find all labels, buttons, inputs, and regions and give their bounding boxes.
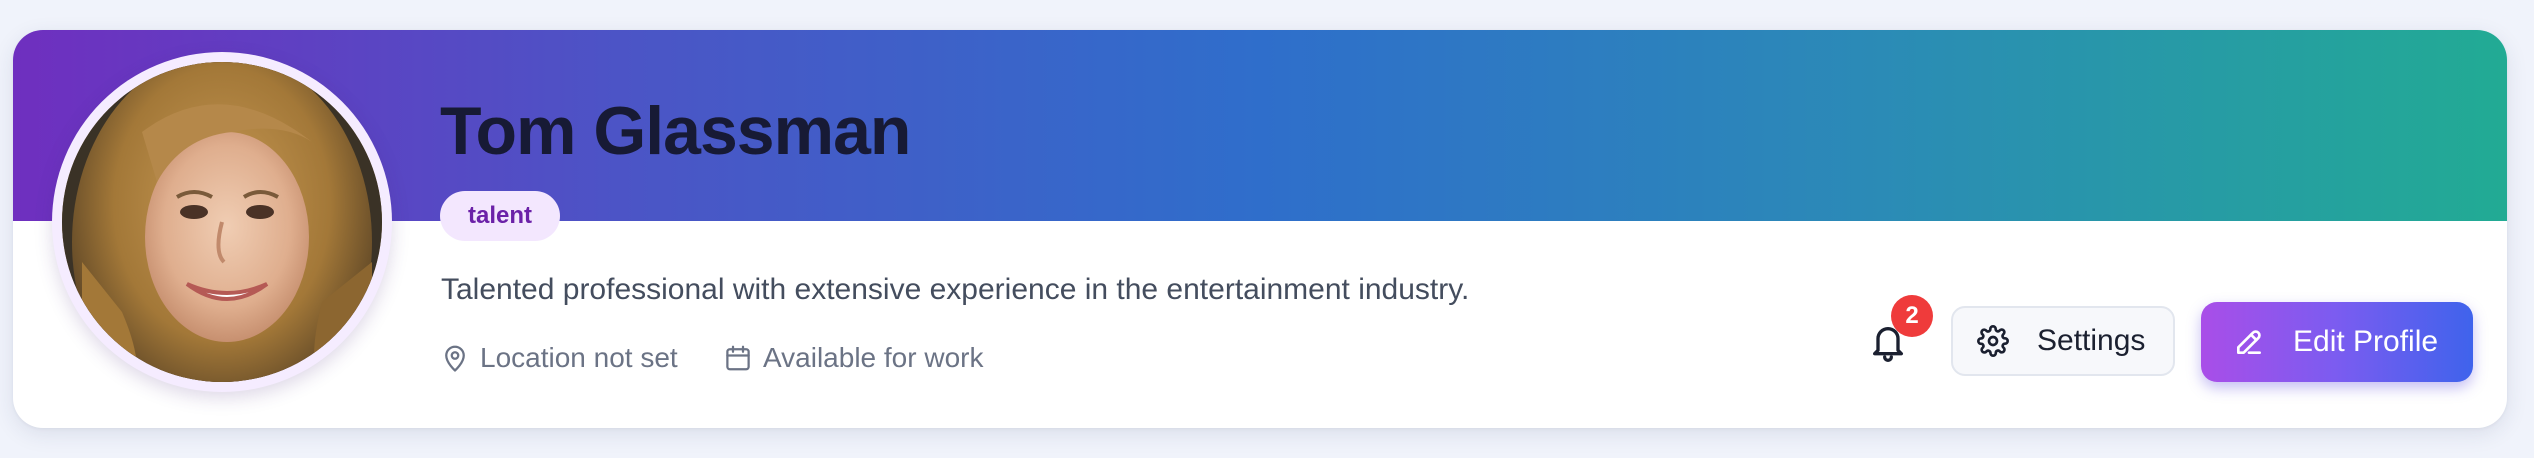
location-info: Location not set (440, 338, 678, 378)
avatar-ring (52, 52, 392, 392)
profile-header-card: Tom Glassman talent Talented professiona… (13, 30, 2507, 428)
gear-icon (1977, 325, 2009, 357)
availability-info: Available for work (723, 338, 983, 378)
edit-profile-button[interactable]: Edit Profile (2201, 302, 2473, 382)
settings-button-label: Settings (2037, 324, 2146, 357)
role-badge: talent (440, 191, 561, 241)
avatar[interactable] (62, 62, 382, 382)
profile-name: Tom Glassman (440, 93, 911, 169)
location-text: Location not set (480, 342, 678, 373)
edit-profile-button-label: Edit Profile (2293, 325, 2439, 358)
map-pin-icon (445, 345, 465, 372)
notification-count-badge: 2 (1891, 295, 1933, 337)
pencil-icon (2237, 330, 2261, 354)
settings-button[interactable]: Settings (1951, 306, 2175, 376)
avatar-photo (62, 62, 382, 382)
profile-bio: Talented professional with extensive exp… (441, 273, 1470, 306)
availability-text: Available for work (763, 342, 984, 373)
calendar-icon (726, 345, 750, 371)
